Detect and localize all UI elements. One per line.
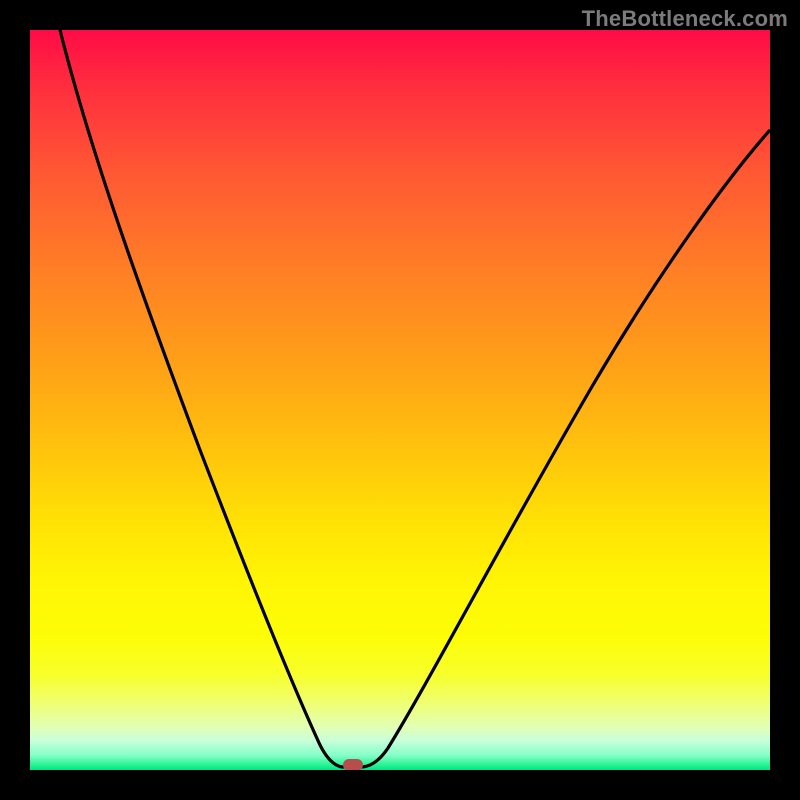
chart-container: TheBottleneck.com <box>0 0 800 800</box>
bottleneck-curve <box>60 30 770 767</box>
plot-area <box>30 30 770 770</box>
attribution-watermark: TheBottleneck.com <box>582 6 788 32</box>
trough-marker <box>343 759 363 770</box>
bottleneck-curve-svg <box>30 30 770 770</box>
